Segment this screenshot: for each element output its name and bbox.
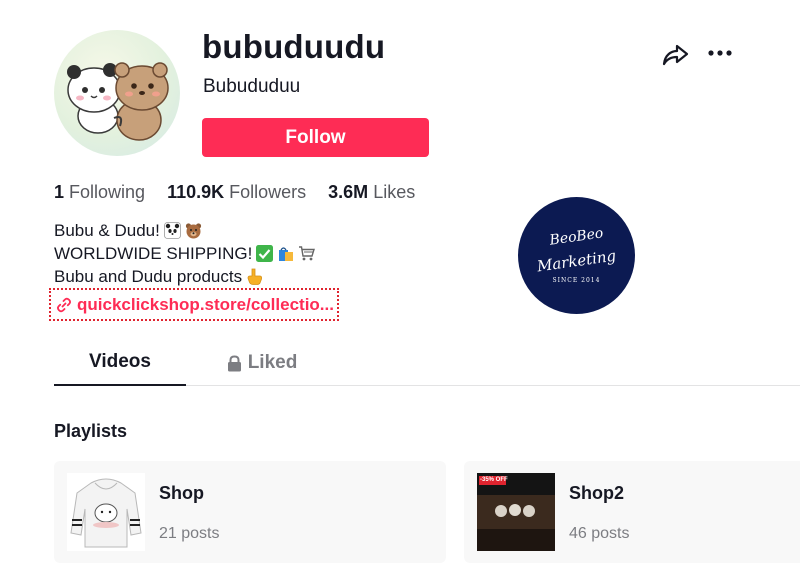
bio-text: Bubu & Dudu! [54, 221, 160, 240]
shopping-bags-emoji-icon [279, 247, 294, 261]
stat-value: 110.9K [167, 182, 225, 202]
stat-value: 1 [54, 182, 65, 202]
playlist-name: Shop [159, 483, 204, 503]
panda-emoji-icon [163, 222, 181, 239]
stat-followers[interactable]: 110.9K Followers [167, 182, 306, 203]
playlist-count: 21 posts [159, 525, 220, 542]
stat-label: Following [69, 182, 146, 202]
avatar-image [67, 62, 169, 141]
profile-username: bubuduudu [202, 28, 386, 65]
bio-line: Bubu & Dudu! [54, 219, 315, 242]
playlist-card[interactable]: -35% OFF Shop2 46 posts [464, 461, 800, 563]
watermark-line-3: SINCE 2014 [552, 277, 601, 284]
stat-value: 3.6M [328, 182, 369, 202]
playlist-thumbnail: -35% OFF [477, 473, 555, 551]
bio-line: Bubu and Dudu products [54, 265, 315, 288]
profile-nickname: Bubududuu [203, 76, 301, 97]
stat-likes: 3.6M Likes [328, 182, 415, 203]
bio-link-text[interactable]: quickclickshop.store/collectio... [77, 295, 334, 315]
bio-link[interactable]: quickclickshop.store/collectio... [49, 288, 339, 321]
tab-label: Liked [247, 352, 298, 373]
playlist-thumbnail [67, 473, 145, 551]
lock-icon [227, 354, 241, 371]
profile-stats: 1 Following 110.9K Followers 3.6M Likes [54, 182, 437, 203]
playlist-name: Shop2 [569, 483, 625, 503]
pointing-down-emoji-icon [247, 268, 263, 285]
follow-button[interactable]: Follow [202, 118, 429, 157]
playlist-card[interactable]: Shop 21 posts [54, 461, 446, 563]
more-options-button[interactable] [704, 40, 736, 68]
link-icon [57, 297, 71, 312]
check-mark-emoji-icon [256, 245, 274, 262]
bio-line: WORLDWIDE SHIPPING! [54, 242, 316, 265]
watermark-logo: BeoBeo Marketing SINCE 2014 [518, 197, 635, 314]
more-horizontal-icon [708, 50, 732, 56]
playlist-badge: -35% OFF [480, 477, 508, 483]
bio-text: Bubu and Dudu products [54, 267, 243, 286]
share-button[interactable] [660, 40, 690, 68]
stat-label: Likes [373, 182, 416, 202]
stat-label: Followers [229, 182, 307, 202]
tab-videos[interactable]: Videos [54, 340, 186, 386]
avatar[interactable] [54, 30, 180, 156]
bio-text: WORLDWIDE SHIPPING! [54, 244, 253, 263]
bear-emoji-icon [185, 223, 201, 239]
tab-label: Videos [89, 351, 151, 372]
stat-following[interactable]: 1 Following [54, 182, 145, 203]
profile-tabs: Videos Liked [54, 340, 800, 386]
playlist-count: 46 posts [569, 525, 630, 542]
shopping-cart-emoji-icon [299, 246, 316, 261]
share-icon [662, 44, 689, 66]
hoodie-image [67, 473, 145, 551]
tab-liked[interactable]: Liked [222, 340, 302, 386]
profile-bio: Bubu & Dudu! WORLDWIDE SHIPPING! Bubu an… [54, 219, 316, 288]
playlists-title: Playlists [54, 421, 128, 441]
